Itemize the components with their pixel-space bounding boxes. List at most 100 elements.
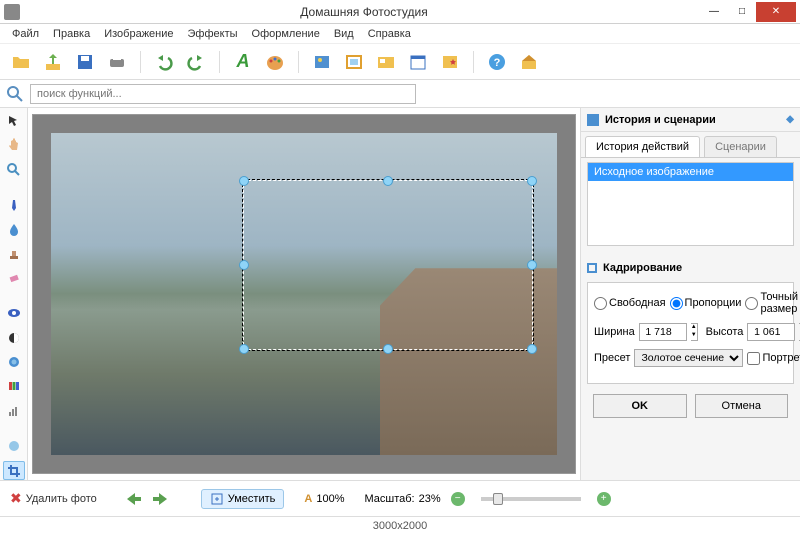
menu-help[interactable]: Справка: [362, 26, 417, 42]
history-list[interactable]: Исходное изображение: [587, 162, 794, 246]
menu-edit[interactable]: Правка: [47, 26, 96, 42]
history-header-icon: [587, 114, 599, 126]
menu-bar: Файл Правка Изображение Эффекты Оформлен…: [0, 24, 800, 44]
minimize-button[interactable]: —: [700, 2, 728, 22]
crop-size-row: Ширина ▲▼ Высота ▲▼: [594, 323, 787, 341]
home-icon[interactable]: [516, 49, 542, 75]
crop-tool-icon[interactable]: [3, 461, 25, 480]
left-toolstrip: [0, 108, 28, 480]
ok-button[interactable]: OK: [593, 394, 687, 418]
stamp-tool-icon[interactable]: [3, 245, 25, 263]
mode-prop-radio[interactable]: Пропорции: [670, 297, 742, 310]
crop-handle-w[interactable]: [239, 260, 249, 270]
pointer-tool-icon[interactable]: [3, 112, 25, 130]
crop-handle-e[interactable]: [527, 260, 537, 270]
zoom-tool-icon[interactable]: [3, 161, 25, 179]
window-title: Домашняя Фотостудия: [28, 5, 700, 19]
crop-handle-nw[interactable]: [239, 176, 249, 186]
brush-tool-icon[interactable]: [3, 196, 25, 214]
undo-icon[interactable]: [151, 49, 177, 75]
zoom-slider-thumb[interactable]: [493, 493, 503, 505]
text-icon[interactable]: A: [230, 49, 256, 75]
menu-effects[interactable]: Эффекты: [182, 26, 244, 42]
height-label: Высота: [706, 326, 744, 338]
search-input[interactable]: [30, 84, 416, 104]
mode-free-radio[interactable]: Свободная: [594, 297, 666, 310]
save-icon[interactable]: [72, 49, 98, 75]
crop-handle-s[interactable]: [383, 344, 393, 354]
lens-tool-icon[interactable]: [3, 353, 25, 371]
app-icon: [4, 4, 20, 20]
zoom-slider[interactable]: [481, 497, 581, 501]
svg-text:?: ?: [494, 57, 501, 69]
portrait-checkbox[interactable]: Портретные: [747, 352, 800, 365]
fit-icon: [210, 492, 224, 506]
nav-arrows: [123, 490, 171, 508]
export-icon[interactable]: [40, 49, 66, 75]
crop-handle-se[interactable]: [527, 344, 537, 354]
zoom-100-icon: A: [304, 493, 312, 505]
calendar-icon[interactable]: [405, 49, 431, 75]
scale-value: 23%: [419, 493, 441, 505]
frame-icon[interactable]: [341, 49, 367, 75]
image-star-icon[interactable]: [437, 49, 463, 75]
prev-image-button[interactable]: [123, 490, 145, 508]
fit-button[interactable]: Уместить: [201, 489, 285, 509]
eraser-tool-icon[interactable]: [3, 269, 25, 287]
print-icon[interactable]: [104, 49, 130, 75]
width-label: Ширина: [594, 326, 635, 338]
crop-title: Кадрирование: [603, 262, 682, 274]
open-folder-icon[interactable]: [8, 49, 34, 75]
crop-handle-sw[interactable]: [239, 344, 249, 354]
main-area: История и сценарии ◆ История действий Сц…: [0, 108, 800, 480]
contrast-tool-icon[interactable]: [3, 329, 25, 347]
help-icon[interactable]: ?: [484, 49, 510, 75]
status-bar: 3000x2000: [0, 516, 800, 534]
rgb-tool-icon[interactable]: [3, 377, 25, 395]
tab-scenarios[interactable]: Сценарии: [704, 136, 777, 157]
history-item[interactable]: Исходное изображение: [588, 163, 793, 181]
next-image-button[interactable]: [149, 490, 171, 508]
crop-panel-header: Кадрирование: [587, 258, 794, 278]
tab-history[interactable]: История действий: [585, 136, 700, 157]
history-title: История и сценарии: [605, 114, 716, 126]
preset-select[interactable]: Золотое сечение: [634, 349, 743, 367]
drop-tool-icon[interactable]: [3, 220, 25, 238]
redeye-tool-icon[interactable]: [3, 304, 25, 322]
crop-handle-ne[interactable]: [527, 176, 537, 186]
hand-tool-icon[interactable]: [3, 136, 25, 154]
height-input[interactable]: [747, 323, 795, 341]
collapse-arrow-icon[interactable]: ◆: [786, 114, 794, 125]
zoom-in-button[interactable]: +: [597, 492, 611, 506]
crop-options: Свободная Пропорции Точный размер Ширина…: [587, 282, 794, 384]
levels-tool-icon[interactable]: [3, 402, 25, 420]
maximize-button[interactable]: □: [728, 2, 756, 22]
crop-selection[interactable]: [243, 180, 533, 350]
preset-label: Пресет: [594, 352, 630, 364]
zoom-100-button[interactable]: A 100%: [304, 493, 344, 505]
menu-view[interactable]: Вид: [328, 26, 360, 42]
browse-icon[interactable]: [373, 49, 399, 75]
window-controls: — □ ✕: [700, 2, 796, 22]
menu-image[interactable]: Изображение: [98, 26, 179, 42]
history-tabs: История действий Сценарии: [581, 136, 800, 158]
width-spinner[interactable]: ▲▼: [691, 323, 698, 341]
image-effect-icon[interactable]: [309, 49, 335, 75]
palette-icon[interactable]: [262, 49, 288, 75]
search-icon: [6, 85, 24, 103]
canvas[interactable]: [32, 114, 576, 474]
main-toolbar: A ?: [0, 44, 800, 80]
close-button[interactable]: ✕: [756, 2, 796, 22]
history-panel-header: История и сценарии ◆: [581, 108, 800, 132]
menu-file[interactable]: Файл: [6, 26, 45, 42]
menu-decor[interactable]: Оформление: [246, 26, 326, 42]
blur-tool-icon[interactable]: [3, 437, 25, 455]
redo-icon[interactable]: [183, 49, 209, 75]
mode-exact-radio[interactable]: Точный размер: [745, 291, 798, 315]
crop-handle-n[interactable]: [383, 176, 393, 186]
zoom-out-button[interactable]: −: [451, 492, 465, 506]
width-input[interactable]: [639, 323, 687, 341]
cancel-button[interactable]: Отмена: [695, 394, 789, 418]
bottom-bar: ✖ Удалить фото Уместить A 100% Масштаб: …: [0, 480, 800, 516]
delete-photo-button[interactable]: ✖ Удалить фото: [10, 490, 97, 507]
